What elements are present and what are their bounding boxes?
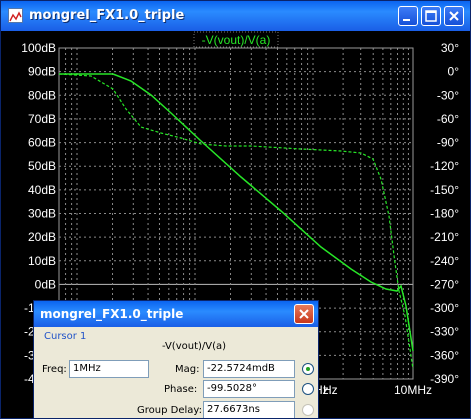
group-delay-field[interactable]: 27.6673ns <box>203 401 295 418</box>
y-tick-label-left: 0dB <box>35 277 56 291</box>
maximize-button[interactable] <box>421 6 441 26</box>
y-tick-label-right: -90° <box>437 136 459 150</box>
mag-label: Mag: <box>175 364 200 375</box>
phase-field[interactable]: -99.5028° <box>203 380 295 398</box>
y-tick-label-right: -330° <box>430 325 459 339</box>
y-tick-label-right: -390° <box>430 372 459 386</box>
cursor-expression: -V(vout)/V(a) <box>161 341 227 352</box>
y-tick-label-right: -360° <box>430 348 459 362</box>
y-tick-label-right: -120° <box>430 159 459 173</box>
y-tick-label-left: 70dB <box>28 112 56 126</box>
y-tick-label-left: 100dB <box>21 41 56 55</box>
x-tick-label-partial: Hz <box>323 383 338 397</box>
x-tick-label: 10MHz <box>394 383 432 397</box>
cursor-window[interactable]: mongrel_FX1.0_triple Cursor 1 -V(vout)/V… <box>33 300 319 418</box>
y-tick-label-right: -240° <box>430 254 459 268</box>
y-tick-label-right: -180° <box>430 207 459 221</box>
phase-radio[interactable] <box>302 383 314 395</box>
y-tick-label-right: 0° <box>448 65 460 79</box>
cursor-window-close-button[interactable] <box>294 304 314 324</box>
y-tick-label-left: 40dB <box>28 183 56 197</box>
maximize-icon <box>425 10 437 22</box>
y-tick-label-right: 30° <box>441 41 459 55</box>
window-title: mongrel_FX1.0_triple <box>29 8 185 23</box>
group-delay-radio[interactable] <box>302 404 314 416</box>
window-titlebar[interactable]: mongrel_FX1.0_triple <box>1 1 470 31</box>
minimize-button[interactable] <box>398 6 418 26</box>
y-tick-label-left: 90dB <box>28 65 56 79</box>
close-icon <box>449 11 459 21</box>
minimize-icon <box>403 19 410 21</box>
y-tick-label-right: -300° <box>430 301 459 315</box>
freq-field[interactable]: 1MHz <box>69 360 149 378</box>
y-tick-label-left: 80dB <box>28 88 56 102</box>
group-delay-label: Group Delay: <box>137 405 202 416</box>
y-tick-label-left: 60dB <box>28 136 56 150</box>
close-icon <box>299 309 309 319</box>
mag-field[interactable]: -22.5724mdB <box>203 360 295 378</box>
y-tick-label-right: -30° <box>437 88 459 102</box>
y-tick-label-right: -60° <box>437 112 459 126</box>
waveform-app-icon <box>8 8 23 23</box>
y-tick-label-right: -210° <box>430 230 459 244</box>
y-tick-label-left: 10dB <box>28 254 56 268</box>
close-button[interactable] <box>444 6 464 26</box>
plot-window: mongrel_FX1.0_triple 100dB 30° 90dB 0° 80dB -… <box>0 0 471 419</box>
y-tick-label-right: -150° <box>430 183 459 197</box>
mag-radio[interactable] <box>302 363 314 375</box>
cursor-window-title: mongrel_FX1.0_triple <box>40 307 184 321</box>
phase-label: Phase: <box>164 384 198 395</box>
trace-legend-label: -V(vout)/V(a) <box>202 33 271 47</box>
y-tick-label-right: -270° <box>430 277 459 291</box>
freq-label: Freq: <box>42 364 67 375</box>
y-tick-label-left: 30dB <box>28 207 56 221</box>
cursor-window-titlebar[interactable]: mongrel_FX1.0_triple <box>34 301 318 327</box>
y-tick-label-left: 50dB <box>28 159 56 173</box>
y-tick-label-left: 20dB <box>28 230 56 244</box>
cursor-group-label: Cursor 1 <box>44 331 87 342</box>
